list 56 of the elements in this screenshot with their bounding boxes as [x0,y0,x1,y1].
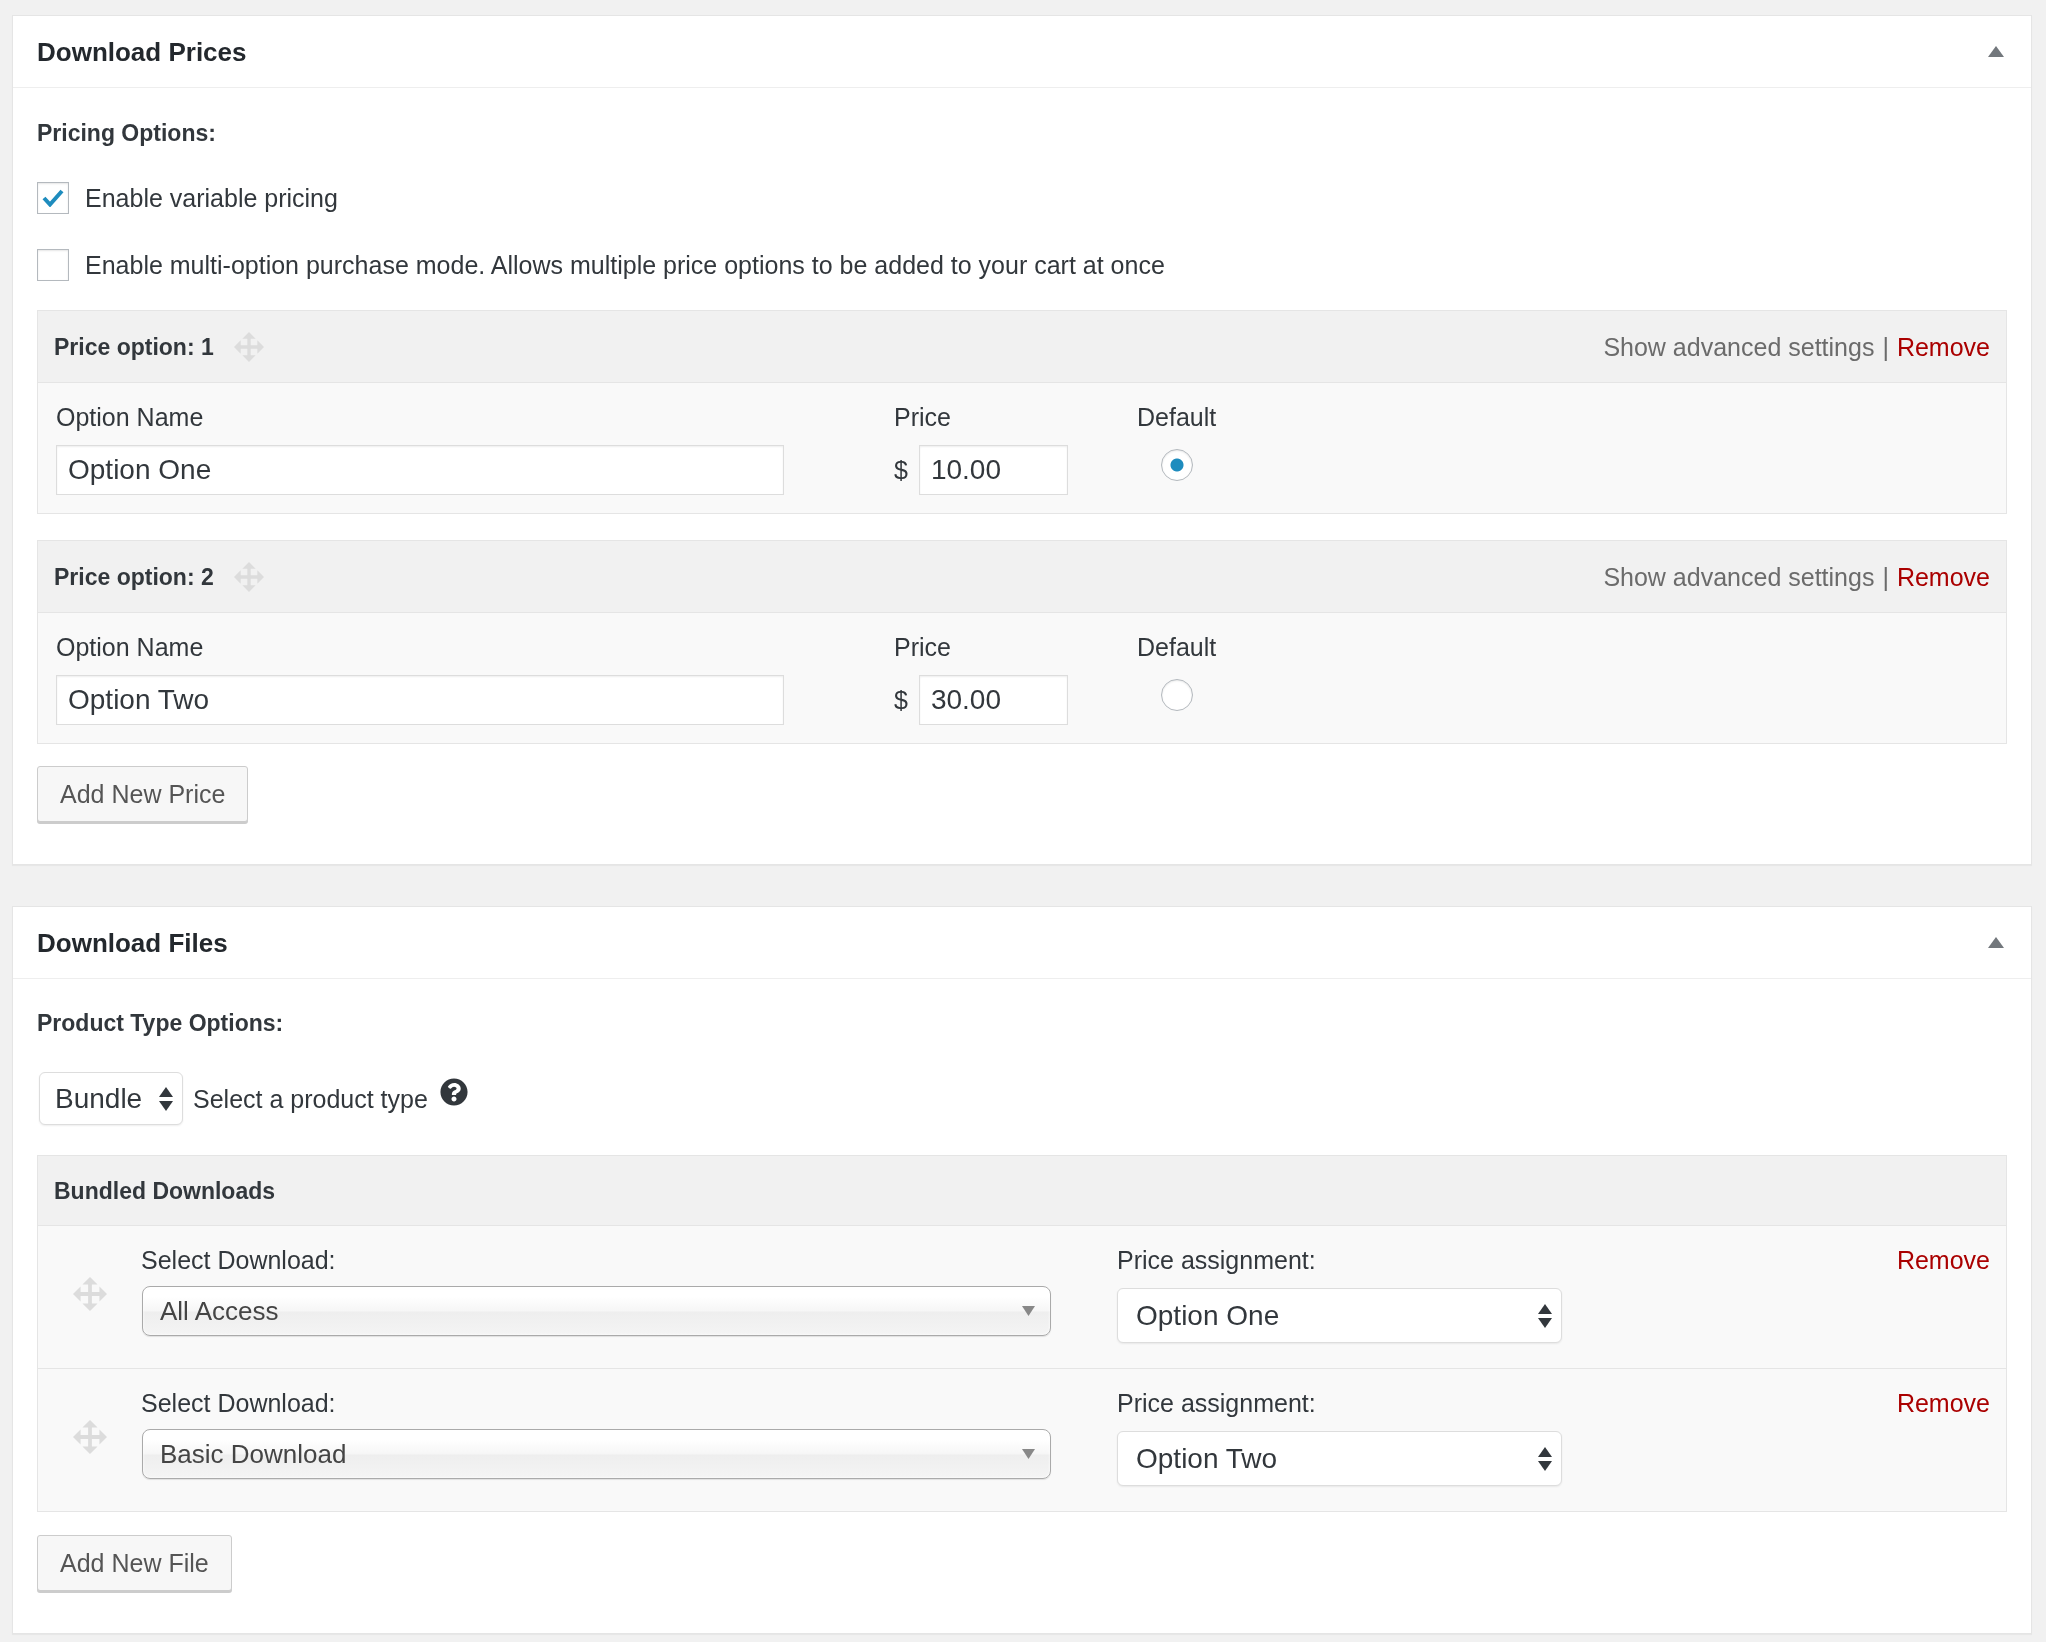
currency-symbol: $ [894,685,908,715]
product-type-select[interactable]: Bundle [39,1072,183,1125]
option-name-field[interactable]: Option Two [56,675,784,725]
remove-link[interactable]: Remove [1896,331,1990,362]
default-radio[interactable] [1161,679,1193,711]
download-select[interactable]: All Access [142,1286,1051,1336]
caret-up-icon[interactable] [1988,46,2004,57]
price-option-title: Price option: 2 [54,562,214,592]
remove-link[interactable]: Remove [1896,1245,1990,1275]
currency-symbol: $ [894,455,908,485]
default-radio[interactable] [1161,449,1193,481]
field-label: Default [1137,402,1217,432]
table-title: Bundled Downloads [54,1176,276,1206]
price-assignment-select[interactable]: Option One [1117,1288,1562,1343]
remove-link[interactable]: Remove [1896,1388,1990,1418]
panel-title: Download Prices [37,35,247,68]
price-assignment-select[interactable]: Option Two [1117,1431,1562,1486]
option-name-field[interactable]: Option One [56,445,784,495]
field-label: Select Download: [141,1388,337,1418]
section-label: Pricing Options: [37,119,216,148]
checkbox-label: Enable multi-option purchase mode. Allows multiple price options to be added to your cart at once [85,250,1165,280]
caret-down-icon [1022,1449,1035,1459]
up-down-arrows-icon [1538,1446,1552,1471]
field-label: Select Download: [141,1245,337,1275]
checkmark-icon [42,189,64,207]
checkbox[interactable] [37,182,69,214]
move-icon[interactable] [72,1277,107,1311]
panel-title: Download Files [37,926,228,959]
field-label: Default [1137,632,1217,662]
field-label: Option Name [56,402,205,432]
field-label: Price [894,632,952,662]
field-label: Price assignment: [1117,1388,1317,1418]
field-label: Price [894,402,952,432]
download-select[interactable]: Basic Download [142,1429,1051,1479]
help-icon[interactable] [439,1077,468,1106]
checkbox[interactable] [37,249,69,281]
field-label: Option Name [56,632,205,662]
price-option-title: Price option: 1 [54,332,214,362]
caret-up-icon[interactable] [1988,937,2004,948]
show-advanced-settings-link[interactable]: Show advanced settings [1603,331,1875,362]
link-separator: | [1882,331,1889,362]
section-label: Product Type Options: [37,1009,284,1038]
product-type-hint: Select a product type [193,1083,428,1114]
field-label: Price assignment: [1117,1245,1317,1275]
checkbox-label: Enable variable pricing [85,183,338,213]
add-new-price-button[interactable]: Add New Price [37,766,249,822]
link-separator: | [1882,561,1889,592]
up-down-arrows-icon [1538,1303,1552,1328]
price-field[interactable]: 10.00 [918,445,1068,495]
price-field[interactable]: 30.00 [918,675,1068,725]
remove-link[interactable]: Remove [1896,561,1990,592]
up-down-arrows-icon [159,1086,173,1111]
move-icon[interactable] [72,1420,107,1454]
add-new-file-button[interactable]: Add New File [37,1535,232,1591]
caret-down-icon [1022,1306,1035,1316]
show-advanced-settings-link[interactable]: Show advanced settings [1603,561,1875,592]
